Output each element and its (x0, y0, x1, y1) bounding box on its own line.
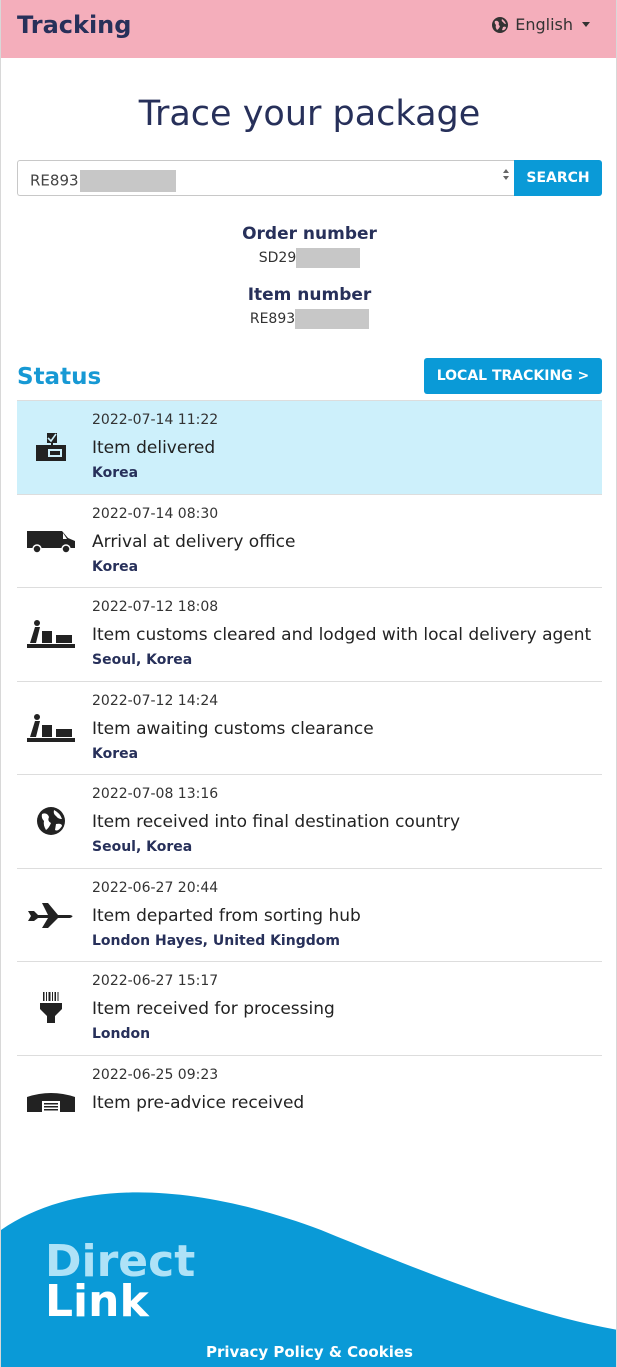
event-time: 2022-07-14 08:30 (92, 505, 219, 522)
scanner-icon (25, 990, 77, 1026)
event-location: Korea (92, 745, 139, 762)
redacted-block (296, 248, 361, 268)
privacy-policy-link[interactable]: Privacy Policy & Cookies (1, 1343, 616, 1361)
event-description: Item received for processing (92, 999, 335, 1019)
van-icon (25, 523, 77, 559)
list-item: 2022-07-12 18:08 Item customs cleared an… (17, 588, 602, 682)
search-button[interactable]: SEARCH (514, 160, 602, 196)
event-location: London (92, 1026, 151, 1042)
order-number-label: Order number (242, 224, 377, 244)
delivered-icon (25, 429, 77, 465)
order-number-value: SD29 (1, 248, 616, 268)
page-title: Trace your package (138, 94, 481, 134)
event-description: Item departed from sorting hub (92, 905, 361, 926)
event-description: Item customs cleared and lodged with loc… (92, 625, 592, 645)
event-list: 2022-07-14 11:22 Item delivered Korea 20… (17, 400, 602, 1149)
event-time: 2022-06-27 15:17 (92, 973, 219, 989)
event-description: Item pre-advice received (92, 1092, 305, 1113)
app-title: Tracking (17, 11, 132, 39)
event-location: London Hayes, United Kingdom (92, 932, 340, 949)
list-item: 2022-06-25 09:23 Item pre-advice receive… (17, 1056, 602, 1150)
redacted-block (79, 170, 176, 192)
language-selector[interactable]: English (491, 15, 590, 34)
event-description: Item delivered (92, 438, 216, 458)
chevron-down-icon (582, 22, 590, 27)
event-location: Seoul, Korea (92, 839, 193, 855)
list-item: 2022-07-12 14:24 Item awaiting customs c… (17, 682, 602, 775)
language-label: English (515, 15, 573, 34)
list-item: 2022-07-08 13:16 Item received into fina… (17, 775, 602, 869)
event-time: 2022-07-12 18:08 (92, 599, 219, 615)
customs-icon (25, 616, 77, 652)
header: Tracking English (1, 0, 616, 58)
event-time: 2022-07-08 13:16 (92, 786, 219, 802)
item-number-value: RE893 (1, 309, 616, 329)
page: Tracking English Trace your package RE89… (0, 0, 617, 1367)
local-tracking-button[interactable]: LOCAL TRACKING > (424, 358, 602, 394)
event-location: Korea (92, 465, 139, 481)
event-location: Korea (92, 558, 139, 575)
event-description: Arrival at delivery office (92, 531, 296, 552)
number-spinner[interactable] (502, 166, 510, 192)
tracking-number-input[interactable]: RE893 (17, 160, 514, 196)
logo-line2: Link (45, 1276, 150, 1318)
event-time: 2022-06-25 09:23 (92, 1066, 219, 1083)
list-item: 2022-06-27 15:17 Item received for proce… (17, 962, 602, 1056)
spin-down-icon[interactable] (503, 176, 509, 180)
list-item: 2022-07-14 08:30 Arrival at delivery off… (17, 495, 602, 588)
direct-link-logo: Direct Link (45, 1236, 195, 1318)
globe-icon (492, 16, 509, 33)
globe-icon (25, 803, 77, 839)
event-location: Seoul, Korea (92, 652, 193, 668)
customs-icon (25, 710, 77, 746)
list-item: 2022-06-27 20:44 Item departed from sort… (17, 869, 602, 962)
event-description: Item received into final destination cou… (92, 812, 461, 832)
item-number: Item number RE893 (1, 285, 616, 329)
event-description: Item awaiting customs clearance (92, 718, 374, 739)
order-number: Order number SD29 (1, 224, 616, 268)
spin-up-icon[interactable] (503, 169, 509, 173)
event-time: 2022-06-27 20:44 (92, 879, 219, 896)
plane-icon (25, 897, 77, 933)
event-time: 2022-07-12 14:24 (92, 692, 219, 709)
event-time: 2022-07-14 11:22 (92, 412, 219, 428)
list-item: 2022-07-14 11:22 Item delivered Korea (17, 401, 602, 495)
tracking-number-value: RE893 (30, 170, 176, 192)
warehouse-icon (25, 1084, 77, 1120)
redacted-block (295, 309, 370, 329)
item-number-label: Item number (247, 285, 372, 305)
status-heading: Status (17, 364, 102, 390)
